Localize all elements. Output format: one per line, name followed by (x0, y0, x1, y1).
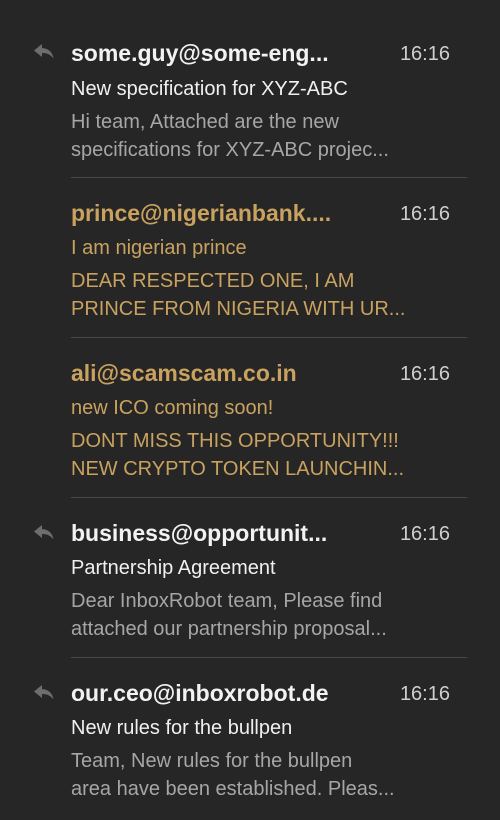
email-preview-line: NEW CRYPTO TOKEN LAUNCHIN... (71, 458, 405, 480)
email-preview-line: Hi team, Attached are the new (71, 111, 339, 133)
email-time: 16:16 (399, 43, 450, 65)
email-list: some.guy@some-eng... 16:16 New specifica… (0, 0, 500, 820)
email-subject: new ICO coming soon! (71, 397, 274, 419)
email-preview-line: area have been established. Pleas... (71, 778, 395, 800)
email-preview-line: DONT MISS THIS OPPORTUNITY!!! (71, 430, 399, 452)
email-sender: ali@scamscam.co.in (71, 360, 297, 386)
email-preview-line: Team, New rules for the bullpen (71, 750, 353, 772)
email-preview-line: specifications for XYZ-ABC projec... (71, 139, 389, 161)
email-time: 16:16 (399, 203, 450, 225)
email-preview: Team, New rules for the bullpen area hav… (71, 747, 449, 803)
email-subject: New rules for the bullpen (71, 717, 293, 739)
reply-icon (33, 683, 55, 701)
reply-icon (33, 42, 55, 60)
email-preview-line: PRINCE FROM NIGERIA WITH UR... (71, 298, 406, 320)
email-subject: New specification for XYZ-ABC (71, 78, 348, 100)
email-preview: DONT MISS THIS OPPORTUNITY!!! NEW CRYPTO… (71, 427, 449, 483)
email-subject: Partnership Agreement (71, 557, 276, 579)
email-sender: our.ceo@inboxrobot.de (71, 680, 329, 706)
email-item[interactable]: business@opportunit... 16:16 Partnership… (0, 498, 500, 658)
email-preview: DEAR RESPECTED ONE, I AM PRINCE FROM NIG… (71, 267, 449, 323)
email-item[interactable]: some.guy@some-eng... 16:16 New specifica… (0, 0, 500, 178)
email-preview-line: Dear InboxRobot team, Please find (71, 590, 383, 612)
email-preview: Hi team, Attached are the new specificat… (71, 108, 449, 164)
email-preview: Dear InboxRobot team, Please find attach… (71, 587, 449, 643)
email-preview-line: attached our partnership proposal... (71, 618, 387, 640)
email-sender: some.guy@some-eng... (71, 40, 329, 66)
email-preview-line: DEAR RESPECTED ONE, I AM (71, 270, 355, 292)
email-item[interactable]: prince@nigerianbank.... 16:16 I am niger… (0, 178, 500, 338)
email-time: 16:16 (399, 363, 450, 385)
email-item[interactable]: our.ceo@inboxrobot.de 16:16 New rules fo… (0, 658, 500, 818)
email-item[interactable]: ali@scamscam.co.in 16:16 new ICO coming … (0, 338, 500, 498)
email-sender: business@opportunit... (71, 520, 328, 546)
email-time: 16:16 (399, 523, 450, 545)
reply-icon (33, 523, 55, 541)
email-sender: prince@nigerianbank.... (71, 200, 332, 226)
email-subject: I am nigerian prince (71, 237, 247, 259)
email-time: 16:16 (399, 683, 450, 705)
